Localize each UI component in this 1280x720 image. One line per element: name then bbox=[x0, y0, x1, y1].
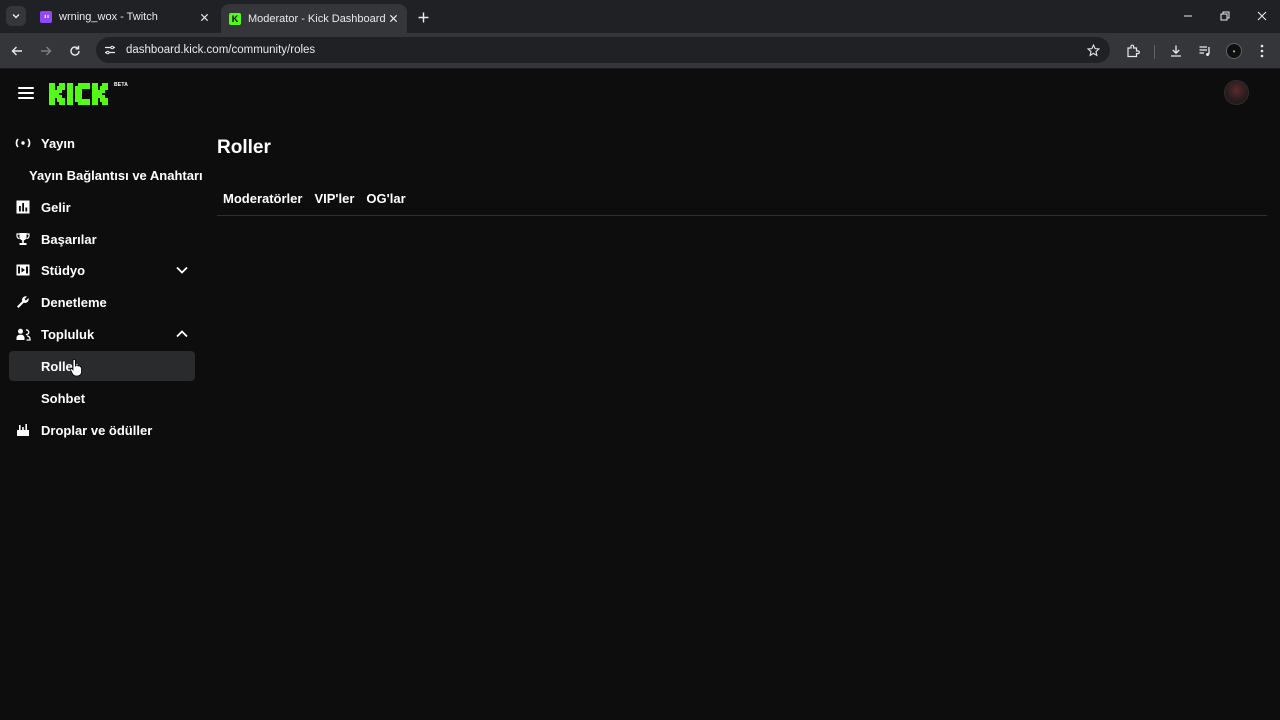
close-icon[interactable] bbox=[385, 11, 401, 27]
sidebar-item-studyo[interactable]: Stüdyo bbox=[9, 255, 195, 285]
tab-search-button[interactable] bbox=[6, 6, 26, 26]
extensions-button[interactable] bbox=[1123, 41, 1143, 61]
arrow-right-icon bbox=[41, 46, 52, 56]
chevron-down-icon bbox=[12, 14, 20, 19]
tab-title: Moderator - Kick Dashboard bbox=[248, 12, 385, 25]
back-button[interactable] bbox=[7, 41, 27, 61]
tab-title: wrning_wox - Twitch bbox=[59, 11, 158, 23]
sidebar-item-basarilar[interactable]: Başarılar bbox=[9, 224, 195, 254]
browser-menu-button[interactable] bbox=[1252, 41, 1272, 61]
toolbar-divider bbox=[1154, 45, 1155, 59]
more-vertical-icon bbox=[1260, 44, 1264, 58]
sidebar-item-label: Yayın Bağlantısı ve Anahtarı bbox=[29, 167, 203, 183]
chevron-down-icon[interactable] bbox=[174, 262, 190, 278]
browser-toolbar: dashboard.kick.com/community/roles • bbox=[0, 33, 1280, 69]
trophy-icon bbox=[15, 231, 31, 247]
sidebar-item-label: Gelir bbox=[41, 199, 71, 215]
bookmark-star-icon[interactable] bbox=[1085, 42, 1101, 58]
sidebar-item-sohbet[interactable]: Sohbet bbox=[9, 383, 195, 413]
twitch-favicon-icon bbox=[40, 11, 52, 23]
puzzle-icon bbox=[1127, 44, 1140, 58]
address-bar[interactable]: dashboard.kick.com/community/roles bbox=[96, 37, 1110, 63]
tab-ogs[interactable]: OG'lar bbox=[360, 184, 411, 215]
sidebar-item-label: Topluluk bbox=[41, 326, 95, 342]
sidebar-item-roller[interactable]: Roller bbox=[9, 351, 195, 381]
url-text: dashboard.kick.com/community/roles bbox=[126, 44, 316, 56]
downloads-button[interactable] bbox=[1166, 41, 1186, 61]
minimize-button[interactable] bbox=[1178, 6, 1198, 26]
new-tab-button[interactable] bbox=[414, 8, 432, 26]
restore-icon bbox=[1220, 11, 1230, 21]
site-info-icon[interactable] bbox=[102, 42, 118, 58]
close-window-button[interactable] bbox=[1252, 6, 1272, 26]
profile-icon: • bbox=[1226, 43, 1242, 59]
community-icon bbox=[15, 326, 31, 342]
page-title: Roller bbox=[217, 137, 271, 158]
user-avatar[interactable] bbox=[1224, 80, 1249, 105]
close-icon bbox=[1257, 11, 1267, 21]
hamburger-menu-icon[interactable] bbox=[17, 85, 35, 103]
sidebar-item-label: Droplar ve ödüller bbox=[41, 422, 153, 438]
drops-icon bbox=[15, 422, 31, 438]
browser-tab-bar: wrning_wox - Twitch K Moderator - Kick D… bbox=[0, 0, 1280, 33]
arrow-left-icon bbox=[11, 46, 22, 56]
sidebar-item-gelir[interactable]: Gelir bbox=[9, 192, 195, 222]
sidebar-item-label: Stüdyo bbox=[41, 262, 86, 278]
browser-tab-twitch[interactable]: wrning_wox - Twitch bbox=[32, 4, 218, 30]
sidebar-item-label: Denetleme bbox=[41, 294, 107, 310]
media-controls-button[interactable] bbox=[1195, 41, 1215, 61]
restore-button[interactable] bbox=[1215, 6, 1235, 26]
minimize-icon bbox=[1184, 15, 1192, 17]
studio-icon bbox=[15, 262, 31, 278]
kick-dashboard-page: BETA Yayın Yayın Bağlantısı ve Anahtarı … bbox=[0, 70, 1280, 720]
tab-vips[interactable]: VIP'ler bbox=[308, 184, 360, 215]
kick-favicon-icon: K bbox=[229, 12, 241, 25]
sidebar-item-label: Başarılar bbox=[41, 231, 97, 247]
hand-cursor-icon bbox=[70, 359, 82, 377]
sidebar-item-topluluk[interactable]: Topluluk bbox=[9, 319, 195, 349]
roles-tabs: Moderatörler VIP'ler OG'lar bbox=[217, 184, 1267, 216]
queue-music-icon bbox=[1199, 46, 1210, 56]
reload-icon bbox=[70, 45, 80, 56]
chevron-up-icon[interactable] bbox=[174, 326, 190, 342]
close-icon[interactable] bbox=[196, 9, 212, 25]
sidebar-item-label: Yayın bbox=[41, 135, 75, 151]
sidebar-item-stream-key[interactable]: Yayın Bağlantısı ve Anahtarı bbox=[9, 160, 203, 190]
sidebar-item-denetleme[interactable]: Denetleme bbox=[9, 287, 195, 317]
wrench-icon bbox=[15, 294, 31, 310]
tab-moderators[interactable]: Moderatörler bbox=[217, 184, 308, 215]
profile-button[interactable]: • bbox=[1224, 41, 1244, 61]
chart-icon bbox=[15, 199, 31, 215]
sidebar-item-droplar[interactable]: Droplar ve ödüller bbox=[9, 415, 195, 445]
forward-button[interactable] bbox=[36, 41, 56, 61]
sidebar-item-yayin[interactable]: Yayın bbox=[9, 128, 195, 158]
plus-icon bbox=[418, 12, 428, 22]
download-icon bbox=[1171, 45, 1181, 57]
browser-tab-kick[interactable]: K Moderator - Kick Dashboard bbox=[221, 4, 407, 33]
broadcast-icon bbox=[15, 135, 31, 151]
beta-badge: BETA bbox=[114, 82, 129, 88]
sidebar-item-label: Sohbet bbox=[41, 390, 86, 406]
reload-button[interactable] bbox=[65, 41, 85, 61]
